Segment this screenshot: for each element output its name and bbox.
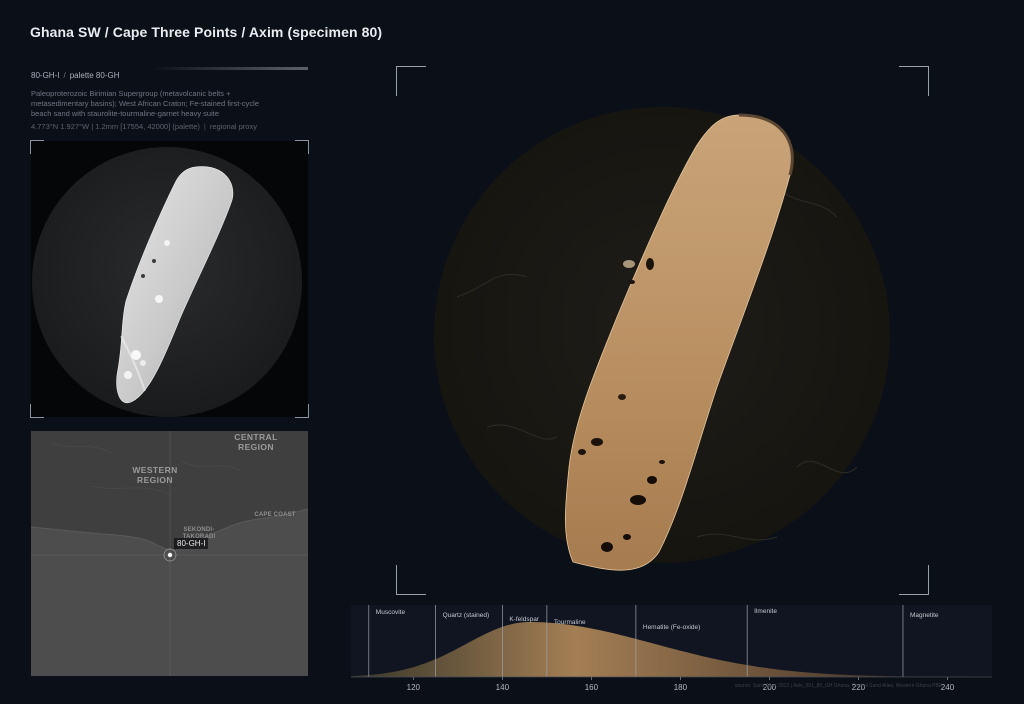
specimen-meta: 4.773°N 1.927°W | 1.2mm [17554, 42000] (…: [31, 122, 321, 131]
mineral-label: Ilmenite: [754, 608, 777, 615]
dark-inclusion: [578, 449, 586, 455]
dark-inclusion: [618, 394, 626, 400]
mineral-label: K-feldspar: [509, 616, 539, 623]
bright-inclusion: [155, 295, 163, 303]
corner-bracket: [30, 404, 44, 418]
color-micrograph: [434, 107, 890, 571]
tick-label: 140: [495, 683, 510, 692]
town-label-cape-coast: CAPE COAST: [254, 512, 296, 518]
bright-inclusion: [140, 360, 146, 366]
grayscale-micrograph-panel[interactable]: [30, 140, 309, 418]
corner-bracket: [30, 140, 44, 154]
tick-label: 180: [673, 683, 688, 692]
mineral-label: Quartz (stained): [442, 612, 490, 619]
bright-inclusion: [164, 240, 170, 246]
dark-pore: [141, 274, 145, 278]
location-marker-icon: [167, 552, 173, 558]
light-patch: [623, 260, 635, 268]
dark-inclusion: [630, 495, 646, 505]
corner-bracket: [396, 565, 426, 595]
dark-inclusion: [591, 438, 603, 446]
location-map[interactable]: WESTERN REGION CENTRAL REGION SEKONDI- TAKO…: [31, 431, 308, 676]
mineral-label: Tourmaline: [553, 619, 586, 626]
corner-bracket: [899, 565, 929, 595]
map-marker-label: 80-GH-I: [174, 538, 209, 549]
bright-inclusion: [131, 350, 141, 360]
source-credit: source: Sand Atlas 2013 | 4alo_001_80_GH…: [735, 683, 943, 689]
meta-range: 4.773°N 1.927°W | 1.2mm [17554, 42000] (…: [31, 122, 200, 131]
mineral-label: Muscovite: [375, 609, 406, 616]
grayscale-micrograph: [32, 147, 302, 417]
meta-proxy: regional proxy: [209, 122, 257, 131]
corner-bracket: [295, 140, 309, 154]
corner-bracket: [295, 404, 309, 418]
dark-inclusion: [659, 460, 665, 464]
header-rule: [150, 67, 308, 70]
tick-label: 120: [406, 683, 420, 692]
id-separator: /: [63, 71, 66, 80]
bright-inclusion: [124, 371, 132, 379]
dark-inclusion: [623, 534, 631, 540]
specimen-id-line: 80-GH-I / palette 80-GH: [31, 71, 120, 80]
tick-label: 160: [584, 683, 599, 692]
dark-inclusion: [646, 258, 654, 270]
region-label-western: WESTERN REGION: [132, 465, 178, 485]
dark-pore: [152, 259, 156, 263]
corner-bracket: [396, 66, 426, 96]
dark-inclusion: [647, 476, 657, 484]
mineral-label: Magnetite: [909, 612, 939, 619]
meta-pipe: |: [203, 122, 206, 131]
mineral-label: Hematite (Fe-oxide): [642, 624, 701, 631]
specimen-id: 80-GH-I: [31, 71, 60, 80]
page-title: Ghana SW / Cape Three Points / Axim (spe…: [30, 24, 383, 40]
palette-label: palette 80-GH: [69, 71, 120, 80]
corner-bracket: [899, 66, 929, 96]
dark-inclusion: [629, 280, 635, 284]
dark-inclusion: [601, 542, 613, 552]
color-micrograph-panel[interactable]: [396, 66, 929, 595]
region-label-central: CENTRAL REGION: [234, 432, 278, 452]
